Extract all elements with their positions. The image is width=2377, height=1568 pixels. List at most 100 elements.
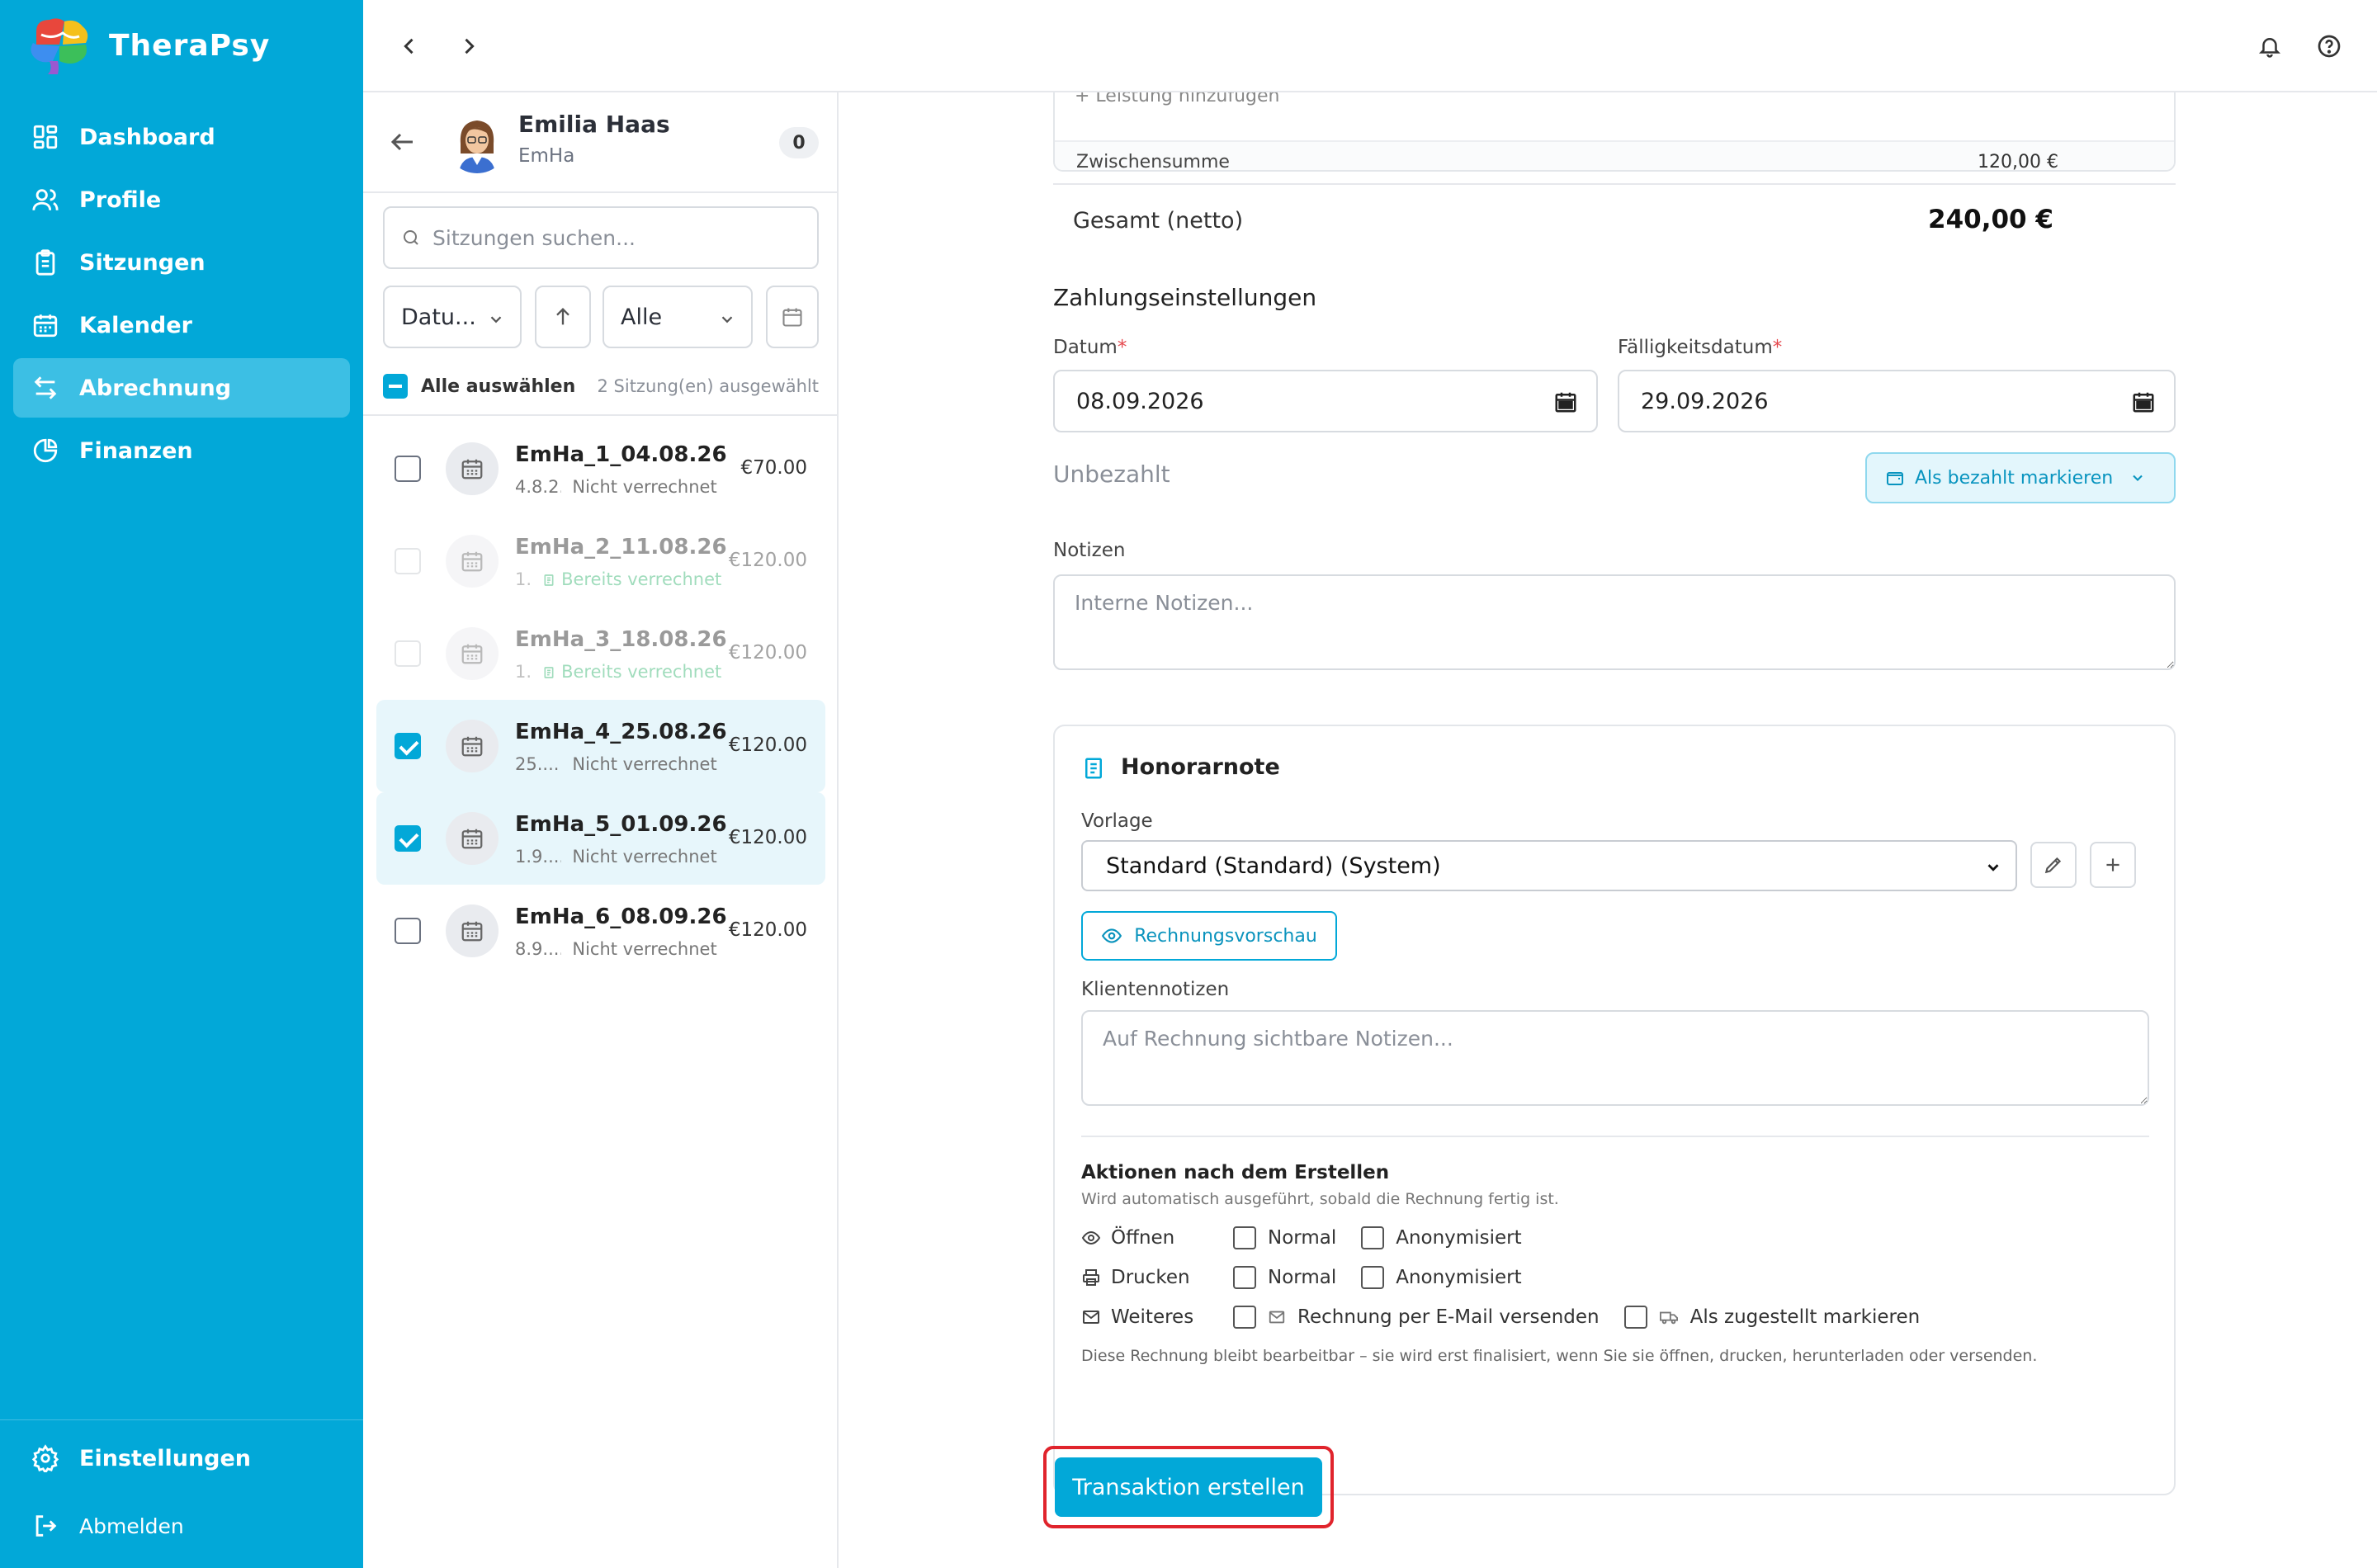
notes-label: Notizen <box>1053 540 1126 561</box>
action-row-open: Öffnen Normal Anonymisiert <box>1081 1221 1547 1254</box>
sort-field-select[interactable]: Datu... <box>383 286 522 348</box>
create-transaction-button[interactable]: Transaktion erstellen <box>1055 1457 1322 1517</box>
session-title: EmHa_4_25.08.26 <box>515 720 727 744</box>
eye-icon <box>1081 1230 1101 1245</box>
client-notes-label: Klientennotizen <box>1081 979 1230 1000</box>
select-all-label[interactable]: Alle auswählen <box>421 376 575 397</box>
sidebar-item-profile[interactable]: Profile <box>13 170 350 229</box>
sidebar-bottom: Einstellungen Abmelden <box>0 1419 363 1559</box>
client-notes-textarea[interactable] <box>1083 1012 2148 1104</box>
sort-field-value: Datu... <box>401 304 476 330</box>
sort-direction-button[interactable] <box>535 286 591 348</box>
date-input[interactable]: 08.09.2026 <box>1053 370 1598 432</box>
mark-delivered-checkbox[interactable] <box>1623 1306 1647 1329</box>
total-label: Gesamt (netto) <box>1073 208 1244 234</box>
template-label: Vorlage <box>1081 810 1153 832</box>
session-meta: 25.... Nicht verrechnet <box>515 754 717 774</box>
chevron-down-icon <box>2133 475 2143 481</box>
sidebar-item-abrechnung[interactable]: Abrechnung <box>13 358 350 418</box>
add-template-button[interactable] <box>2090 842 2136 888</box>
open-normal-option[interactable]: Normal <box>1233 1226 1336 1249</box>
pie-chart-icon <box>33 438 58 463</box>
template-select[interactable]: Standard (Standard) (System) <box>1081 840 2017 891</box>
session-checkbox[interactable] <box>395 825 421 852</box>
session-list: EmHa_1_04.08.26 4.8.2... Nicht verrechne… <box>376 423 825 977</box>
session-calendar-icon <box>446 535 499 588</box>
print-normal-option[interactable]: Normal <box>1233 1266 1336 1289</box>
session-checkbox <box>395 640 421 667</box>
print-anonymized-option[interactable]: Anonymisiert <box>1361 1266 1522 1289</box>
due-date-input[interactable]: 29.09.2026 <box>1618 370 2176 432</box>
select-all-checkbox[interactable] <box>383 374 408 399</box>
client-header: Emilia Haas EmHa 0 <box>363 92 839 193</box>
notifications-button[interactable] <box>2253 30 2286 63</box>
open-anonymized-option[interactable]: Anonymisiert <box>1361 1226 1522 1249</box>
session-checkbox[interactable] <box>395 918 421 944</box>
sidebar-item-dashboard[interactable]: Dashboard <box>13 107 350 167</box>
post-create-actions-title: Aktionen nach dem Erstellen <box>1081 1162 1390 1183</box>
action-row-more: Weiteres Rechnung per E-Mail versenden A… <box>1081 1301 1945 1334</box>
session-title: EmHa_3_18.08.26 <box>515 627 727 652</box>
session-checkbox[interactable] <box>395 733 421 759</box>
calendar-icon <box>33 314 58 338</box>
back-button[interactable] <box>393 30 426 63</box>
session-title: EmHa_2_11.08.26 <box>515 535 727 560</box>
forward-button[interactable] <box>452 30 485 63</box>
brand[interactable]: TheraPsy <box>25 15 270 76</box>
session-calendar-icon <box>446 720 499 772</box>
filter-bar: Datu... Alle <box>383 286 819 348</box>
post-create-actions-subtitle: Wird automatisch ausgeführt, sobald die … <box>1081 1190 1559 1208</box>
printer-icon <box>1083 1269 1099 1286</box>
session-meta: 1. Bereits verrechnet <box>515 662 722 682</box>
search-input[interactable] <box>432 225 796 250</box>
divider <box>1081 1136 2149 1137</box>
edit-template-button[interactable] <box>2030 842 2077 888</box>
transaction-form: + Leistung hinzufügen Zwischensumme 120,… <box>839 92 2377 1568</box>
sidebar: TheraPsy Dashboard Profile Sitzungen Kal… <box>0 0 363 1568</box>
client-notes-field[interactable] <box>1081 1010 2149 1106</box>
notes-field[interactable] <box>1053 574 2176 670</box>
session-meta: 1.9.... Nicht verrechnet <box>515 847 717 867</box>
print-anonymized-checkbox[interactable] <box>1361 1266 1385 1289</box>
pencil-icon <box>2044 857 2062 874</box>
sidebar-item-label: Abrechnung <box>79 375 232 401</box>
send-email-option[interactable]: Rechnung per E-Mail versenden <box>1233 1306 1600 1329</box>
calendar-icon[interactable] <box>1553 390 1578 414</box>
sidebar-item-finanzen[interactable]: Finanzen <box>13 421 350 480</box>
date-filter-button[interactable] <box>766 286 819 348</box>
search-box[interactable] <box>383 206 819 269</box>
invoice-preview-button[interactable]: Rechnungsvorschau <box>1081 911 1337 961</box>
session-price: €70.00 <box>740 457 807 479</box>
add-service-link[interactable]: + Leistung hinzufügen <box>1075 92 1280 106</box>
sidebar-item-kalender[interactable]: Kalender <box>13 295 350 355</box>
status-filter-select[interactable]: Alle <box>603 286 753 348</box>
session-item[interactable]: EmHa_5_01.09.26 1.9.... Nicht verrechnet… <box>376 792 825 885</box>
send-email-checkbox[interactable] <box>1233 1306 1256 1329</box>
help-button[interactable] <box>2313 30 2346 63</box>
open-anonymized-checkbox[interactable] <box>1361 1226 1385 1249</box>
session-panel: Emilia Haas EmHa 0 Datu... Alle Alle aus… <box>363 92 839 1568</box>
session-item[interactable]: EmHa_1_04.08.26 4.8.2... Nicht verrechne… <box>376 423 825 515</box>
session-item[interactable]: EmHa_4_25.08.26 25.... Nicht verrechnet … <box>376 700 825 792</box>
session-price: €120.00 <box>728 550 807 571</box>
mark-paid-label: Als bezahlt markieren <box>1915 467 2114 489</box>
mark-paid-button[interactable]: Als bezahlt markieren <box>1865 452 2176 503</box>
plus-icon <box>2106 858 2119 871</box>
due-date-value: 29.09.2026 <box>1641 388 1769 414</box>
sidebar-item-settings[interactable]: Einstellungen <box>13 1429 350 1488</box>
print-normal-checkbox[interactable] <box>1233 1266 1256 1289</box>
chevron-down-icon <box>490 316 502 324</box>
sidebar-item-label: Kalender <box>79 312 192 338</box>
session-checkbox[interactable] <box>395 456 421 482</box>
session-item[interactable]: EmHa_6_08.09.26 8.9.... Nicht verrechnet… <box>376 885 825 977</box>
arrow-left-icon[interactable] <box>388 127 418 157</box>
session-price: €120.00 <box>728 642 807 664</box>
more-label: Weiteres <box>1111 1306 1194 1328</box>
open-normal-checkbox[interactable] <box>1233 1226 1256 1249</box>
subtotal-row: Zwischensumme 120,00 € <box>1055 140 2174 170</box>
mark-delivered-option[interactable]: Als zugestellt markieren <box>1623 1306 1920 1329</box>
sidebar-item-logout[interactable]: Abmelden <box>13 1496 350 1556</box>
notes-textarea[interactable] <box>1055 576 2174 668</box>
calendar-icon[interactable] <box>2131 390 2156 414</box>
sidebar-item-sitzungen[interactable]: Sitzungen <box>13 233 350 292</box>
